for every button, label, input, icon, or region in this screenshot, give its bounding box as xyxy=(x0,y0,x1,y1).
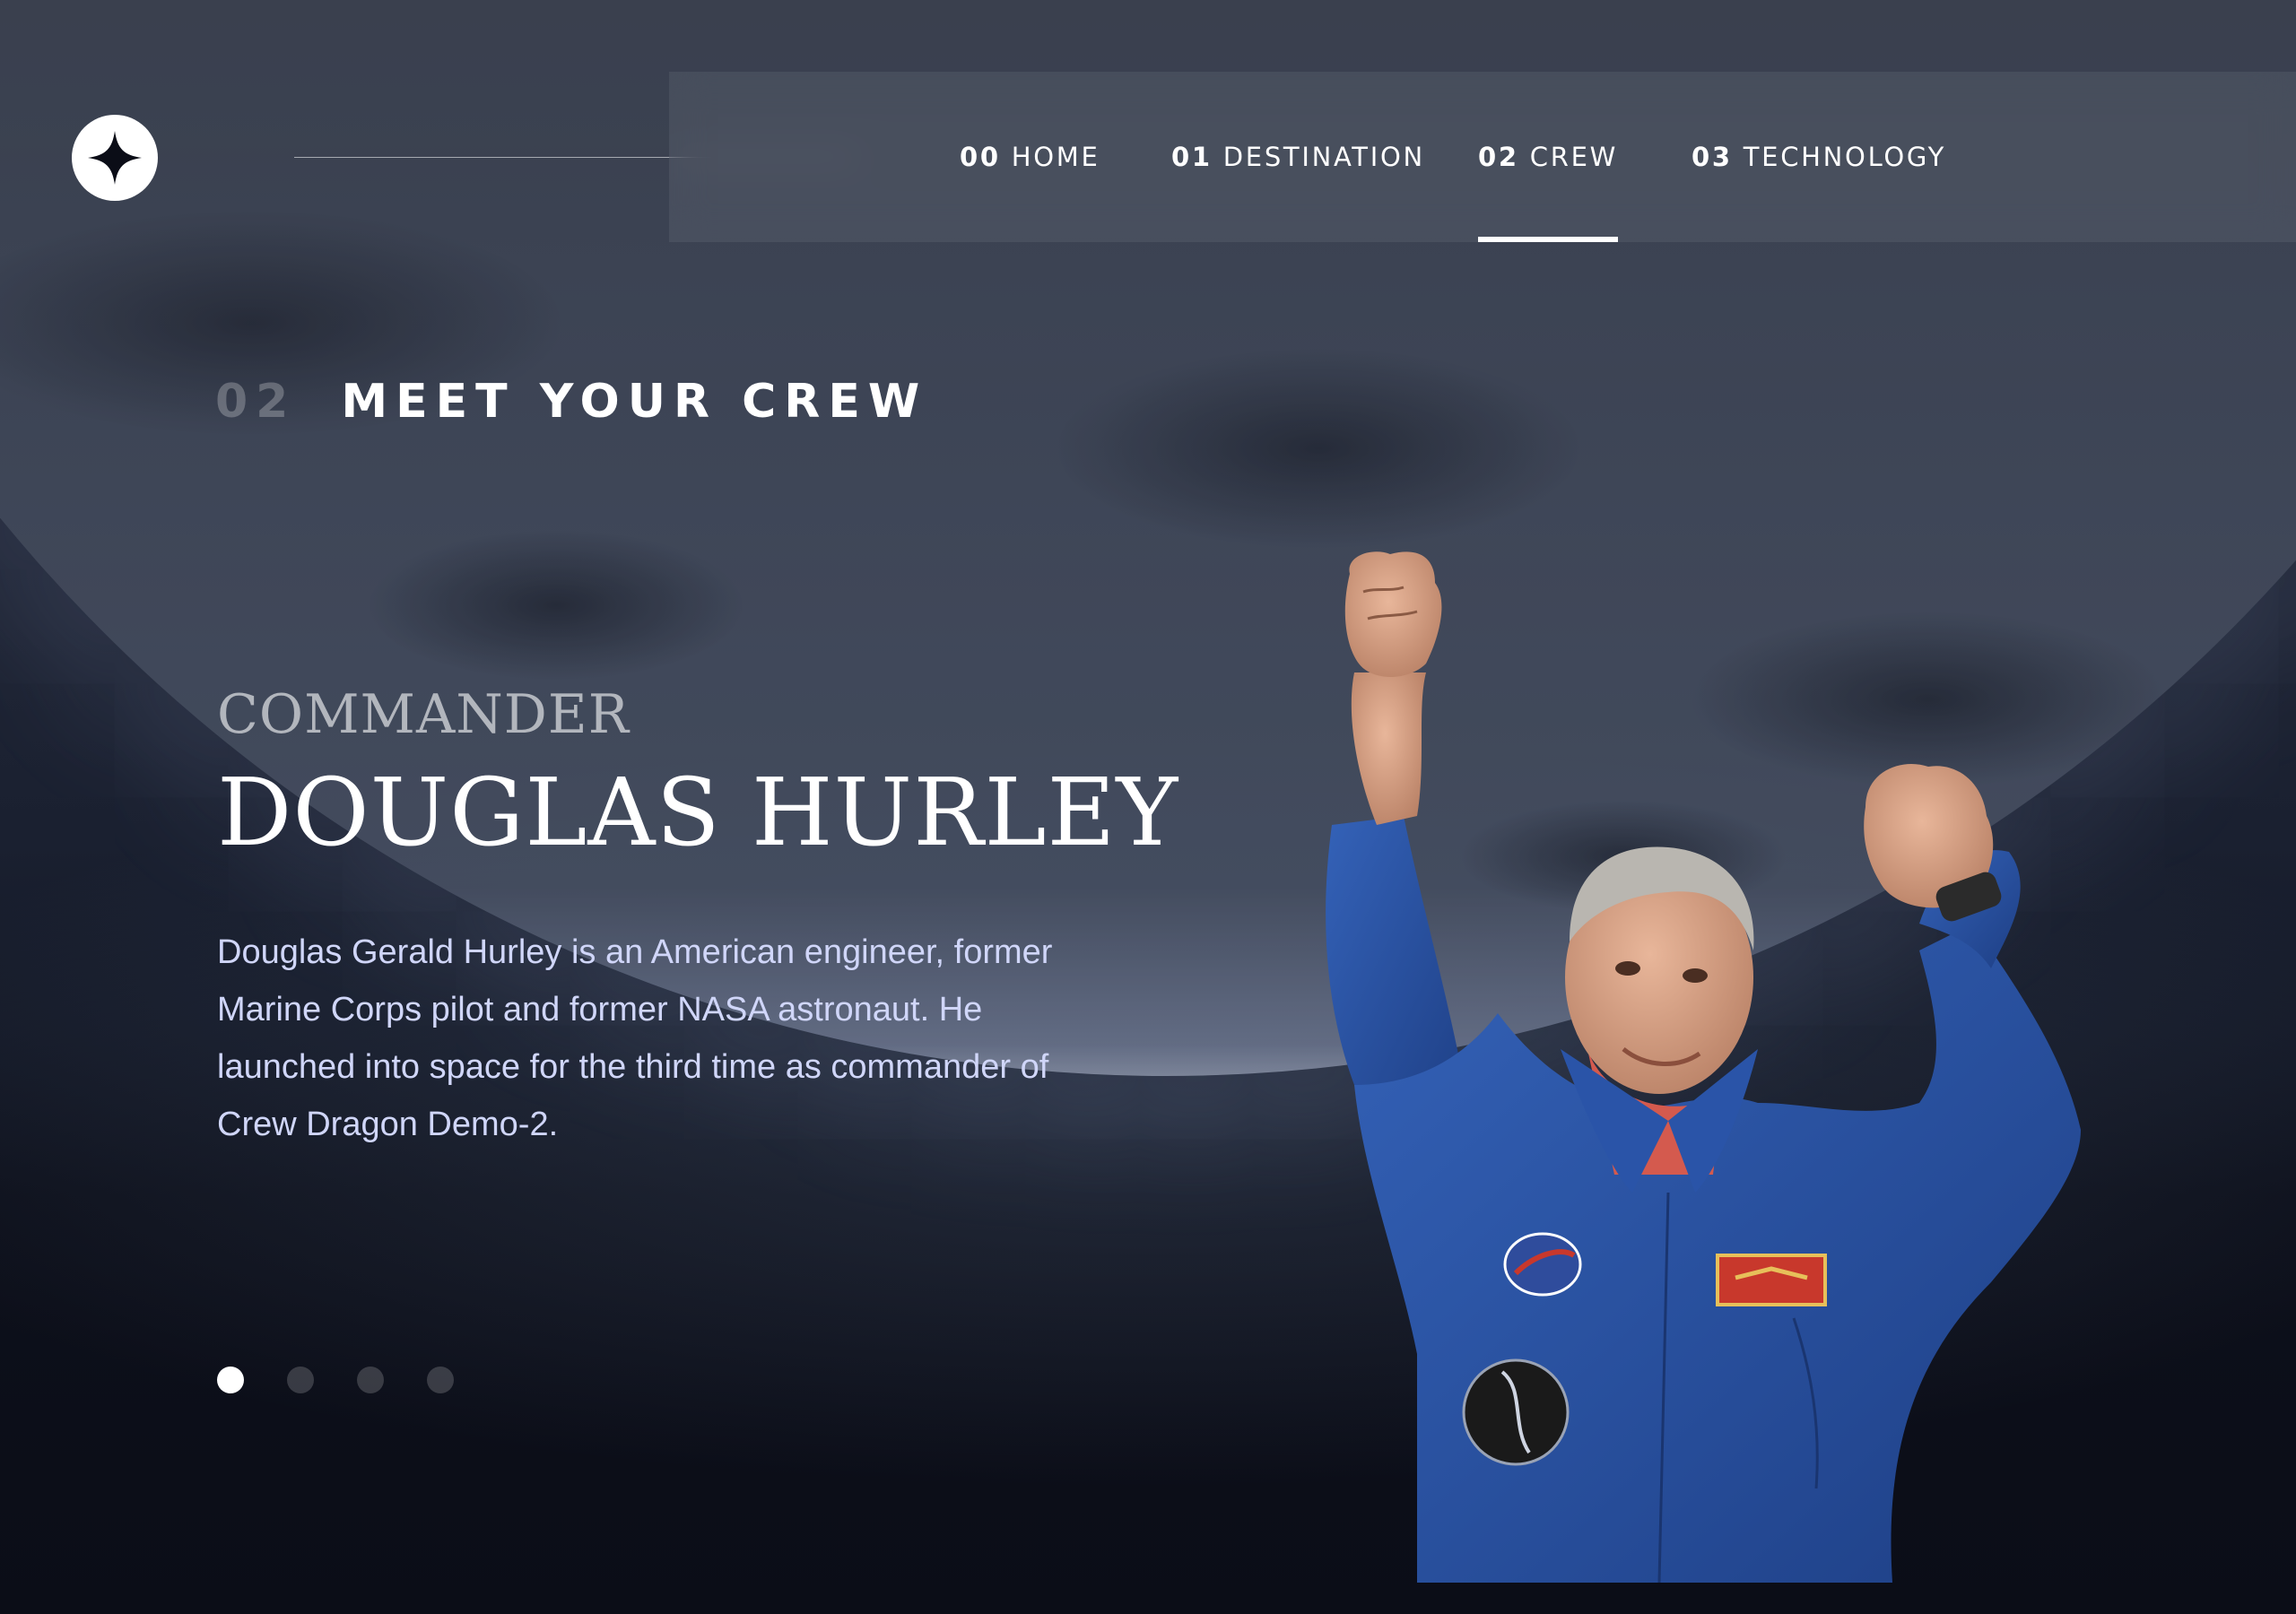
nav-item-destination[interactable]: 01 DESTINATION xyxy=(1171,72,1425,242)
star-logo-icon[interactable] xyxy=(72,115,158,201)
crew-page: 00 HOME 01 DESTINATION 02 CREW 03 TECHNO… xyxy=(0,0,2296,1614)
slider-dot-2[interactable] xyxy=(287,1367,314,1393)
nav-item-label: DESTINATION xyxy=(1222,142,1425,172)
nav-item-label: HOME xyxy=(1011,142,1100,172)
nav-item-home[interactable]: 00 HOME xyxy=(960,72,1100,242)
nav-item-label: CREW xyxy=(1529,142,1618,172)
nav-item-label: TECHNOLOGY xyxy=(1743,142,1947,172)
main-navigation: 00 HOME 01 DESTINATION 02 CREW 03 TECHNO… xyxy=(669,72,2296,242)
crew-member-image xyxy=(1326,551,2081,1583)
section-heading-title: MEET YOUR CREW xyxy=(341,375,928,429)
nav-item-crew[interactable]: 02 CREW xyxy=(1478,72,1618,242)
slider-dot-1[interactable] xyxy=(217,1367,244,1393)
nav-item-number: 01 xyxy=(1171,142,1213,172)
crew-bio: Douglas Gerald Hurley is an American eng… xyxy=(217,933,1053,1143)
nav-item-number: 02 xyxy=(1478,142,1519,172)
slider-dot-4[interactable] xyxy=(427,1367,454,1393)
nav-item-number: 03 xyxy=(1692,142,1733,172)
section-heading-number: 02 xyxy=(215,375,297,429)
crew-name: DOUGLAS HURLEY xyxy=(217,758,1179,867)
slider-dot-3[interactable] xyxy=(357,1367,384,1393)
nav-item-number: 00 xyxy=(960,142,1001,172)
crew-role: COMMANDER xyxy=(217,683,630,746)
crew-slider-dots xyxy=(217,1367,454,1393)
section-heading: 02 MEET YOUR CREW xyxy=(215,375,927,429)
nav-item-technology[interactable]: 03 TECHNOLOGY xyxy=(1692,72,1946,242)
